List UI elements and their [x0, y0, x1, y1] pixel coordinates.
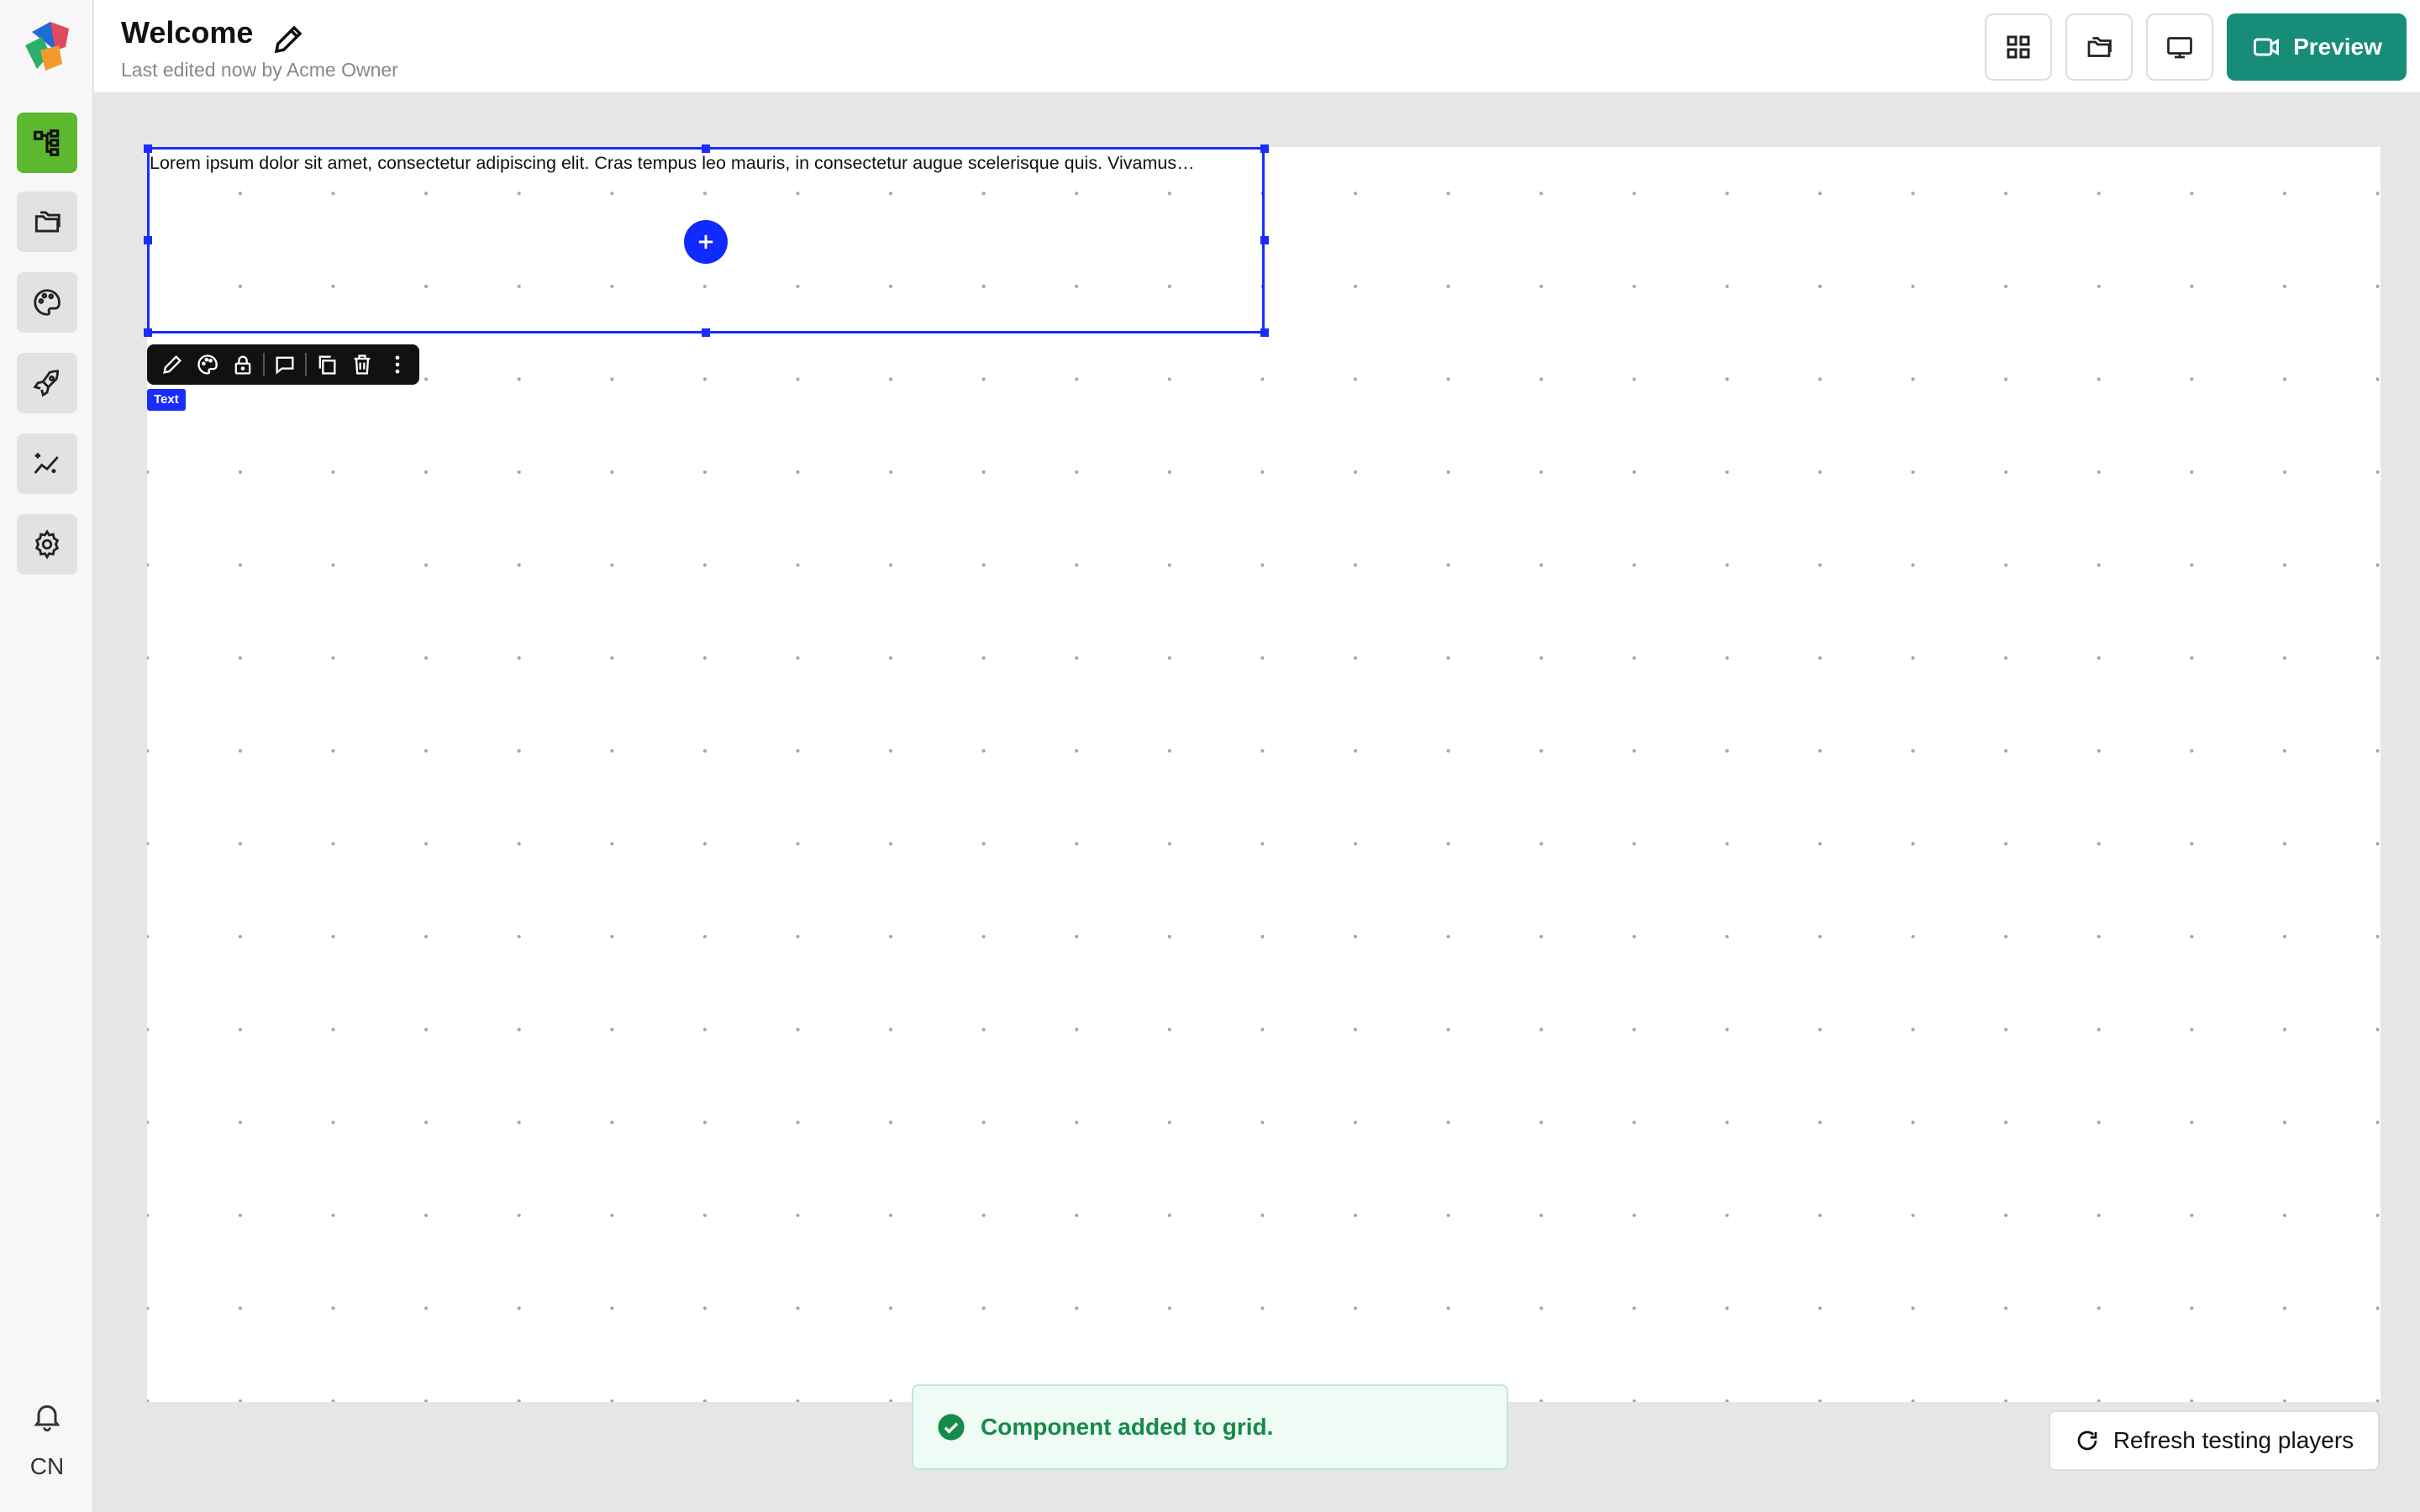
comment-tool[interactable]: [270, 348, 300, 381]
monitor-icon: [2167, 37, 2192, 59]
toolbar-divider: [305, 353, 307, 376]
plus-icon: [698, 234, 713, 249]
toolbar-divider: [263, 353, 265, 376]
hierarchy-icon: [34, 129, 60, 156]
success-toast: Component added to grid.: [912, 1384, 1508, 1470]
lock-icon: [234, 355, 251, 375]
sidebar: CN: [0, 0, 94, 1512]
toast-message: Component added to grid.: [981, 1414, 1274, 1440]
trash-icon: [354, 354, 371, 375]
lock-tool[interactable]: [228, 348, 258, 381]
grid-view-button[interactable]: [1985, 13, 2052, 81]
palette-icon: [197, 354, 218, 375]
sidebar-item-publish[interactable]: [17, 353, 77, 413]
sidebar-item-settings[interactable]: [17, 514, 77, 575]
video-icon: [2254, 38, 2280, 56]
edit-title-icon[interactable]: [271, 22, 306, 57]
sidebar-item-files[interactable]: [17, 192, 77, 252]
component-type-tag: Text: [147, 389, 186, 411]
display-button[interactable]: [2146, 13, 2213, 81]
sidebar-item-analytics[interactable]: [17, 433, 77, 494]
gear-icon: [34, 529, 60, 559]
page-title: Welcome: [121, 15, 254, 50]
refresh-icon: [2077, 1431, 2097, 1451]
resize-handle-bottom-left[interactable]: [144, 328, 152, 337]
resize-handle-bottom[interactable]: [702, 328, 710, 337]
resize-handle-top[interactable]: [702, 144, 710, 153]
sparkle-chart-icon: [34, 453, 59, 474]
resize-handle-left[interactable]: [144, 236, 152, 244]
add-component-button[interactable]: [684, 220, 728, 264]
refresh-testing-players-button[interactable]: Refresh testing players: [2049, 1410, 2380, 1471]
edit-icon: [163, 355, 182, 374]
edit-tool[interactable]: [157, 348, 187, 381]
check-circle-icon: [938, 1414, 965, 1441]
editor-header: Welcome Last edited now by Acme Owner Pr…: [94, 0, 2420, 94]
resize-handle-top-left[interactable]: [144, 144, 152, 153]
resize-handle-bottom-right[interactable]: [1260, 328, 1269, 337]
sidebar-item-structure[interactable]: [17, 113, 77, 173]
duplicate-tool[interactable]: [312, 348, 342, 381]
preview-label: Preview: [2293, 34, 2382, 60]
last-edited-text: Last edited now by Acme Owner: [121, 59, 398, 81]
resize-handle-right[interactable]: [1260, 236, 1269, 244]
sidebar-item-themes[interactable]: [17, 272, 77, 333]
app-logo[interactable]: [17, 17, 76, 76]
user-avatar-initials[interactable]: CN: [0, 1453, 94, 1480]
more-options-tool[interactable]: [382, 348, 413, 381]
component-toolbar: [147, 344, 419, 385]
folders-icon: [2087, 37, 2112, 57]
notifications-bell-icon[interactable]: [30, 1399, 64, 1433]
duplicate-icon: [318, 355, 336, 375]
comment-icon: [276, 356, 294, 375]
more-icon: [395, 355, 400, 374]
folders-icon: [34, 211, 60, 233]
style-tool[interactable]: [192, 348, 223, 381]
refresh-label: Refresh testing players: [2112, 1427, 2354, 1453]
palette-icon: [34, 289, 60, 316]
grid-icon: [2007, 35, 2030, 59]
preview-button[interactable]: Preview: [2227, 13, 2407, 81]
resize-handle-top-right[interactable]: [1260, 144, 1269, 153]
delete-tool[interactable]: [347, 348, 377, 381]
rocket-icon: [33, 370, 60, 397]
text-component-content[interactable]: Lorem ipsum dolor sit amet, consectetur …: [150, 153, 1262, 174]
files-button[interactable]: [2065, 13, 2133, 81]
